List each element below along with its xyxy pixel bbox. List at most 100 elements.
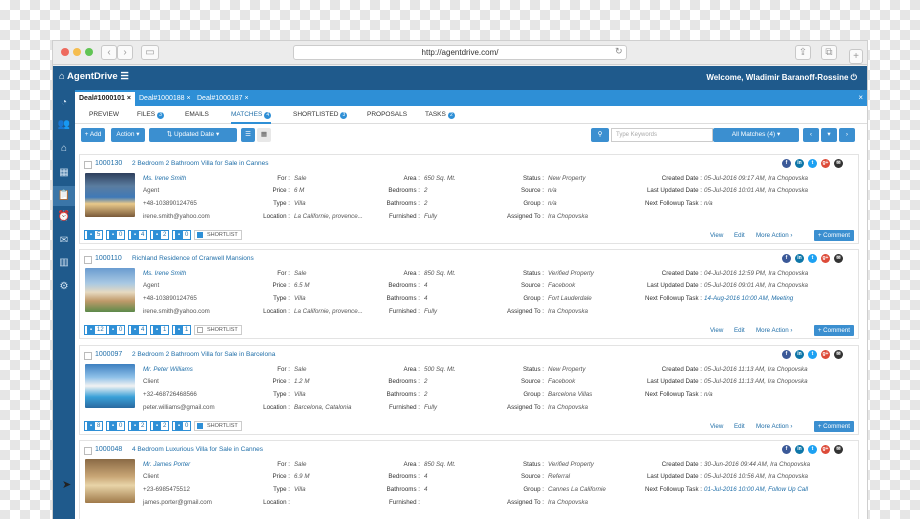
agent-name[interactable]: Ms. Irene Smith [143,175,186,182]
address-bar[interactable]: http://agentdrive.com/ [293,45,627,60]
facebook-icon[interactable]: f [782,159,791,168]
shortlist-toggle[interactable]: SHORTLIST [194,325,242,335]
deal-tab[interactable]: Deal#1000188 × [135,92,195,106]
action-button[interactable]: Action ▾ [111,128,145,142]
linkedin-icon[interactable]: in [795,159,804,168]
facebook-icon[interactable]: f [782,445,791,454]
tab-proposals[interactable]: PROPOSALS [367,111,407,118]
listing-title[interactable]: 4 Bedroom Luxurious Villa for Sale in Ca… [132,446,263,453]
edit-link[interactable]: Edit [734,232,745,239]
reports-icon[interactable]: ▥ [57,256,71,270]
add-comment-button[interactable]: + Comment [813,325,854,336]
property-photo[interactable] [85,268,135,312]
photo-count-icon[interactable]: ▪ 12 [84,325,107,335]
select-checkbox[interactable] [84,256,92,264]
photo-count-icon[interactable]: ▪ 8 [84,421,104,431]
property-photo[interactable] [85,364,135,408]
google-plus-icon[interactable]: g+ [821,159,830,168]
alarm-icon[interactable]: ⏰ [57,210,71,224]
next-page-icon[interactable]: › [839,128,855,142]
twitter-icon[interactable]: t [808,159,817,168]
select-checkbox[interactable] [84,161,92,169]
deal-tab[interactable]: Deal#1000187 × [193,92,253,106]
google-plus-icon[interactable]: g+ [821,445,830,454]
select-checkbox[interactable] [84,352,92,360]
sort-dropdown[interactable]: ⇅ Updated Date ▾ [149,128,237,142]
check-count-icon[interactable]: ▪ 4 [128,230,148,240]
listing-title[interactable]: 2 Bedroom 2 Bathroom Villa for Sale in C… [132,160,268,167]
add-button[interactable]: + Add [81,128,105,142]
tab-preview[interactable]: PREVIEW [89,111,119,118]
facebook-icon[interactable]: f [782,350,791,359]
back-icon[interactable]: ‹ [101,45,117,60]
search-icon[interactable]: ⚲ [591,128,609,142]
google-plus-icon[interactable]: g+ [821,254,830,263]
email-share-icon[interactable]: ✉ [834,445,843,454]
twitter-icon[interactable]: t [808,254,817,263]
edit-link[interactable]: Edit [734,423,745,430]
property-photo[interactable] [85,459,135,503]
linkedin-icon[interactable]: in [795,350,804,359]
mail-icon[interactable]: ✉ [57,234,71,248]
property-photo[interactable] [85,173,135,217]
check-count-icon[interactable]: ▪ 4 [128,325,148,335]
tab-emails[interactable]: EMAILS [185,111,209,118]
view-link[interactable]: View [710,232,723,239]
shortlist-toggle[interactable]: SHORTLIST [194,230,242,240]
filter-dropdown[interactable]: All Matches (4) ▾ [713,128,799,142]
email-share-icon[interactable]: ✉ [834,350,843,359]
task-count-icon[interactable]: ▪ 2 [150,421,170,431]
deal-tab[interactable]: Deal#1000101 × [75,92,135,106]
buildings-icon[interactable]: ▦ [57,166,71,180]
email-count-icon[interactable]: ▪ 0 [106,325,126,335]
minimize-dot-icon[interactable] [73,48,81,56]
sidebar-toggle-icon[interactable]: ▭ [141,45,159,60]
email-count-icon[interactable]: ▪ 0 [106,421,126,431]
google-plus-icon[interactable]: g+ [821,350,830,359]
listing-id[interactable]: 1000130 [95,160,122,167]
brand[interactable]: ⌂ AgentDrive ☰ [59,71,129,82]
contacts-icon[interactable]: 👥 [57,118,71,132]
more-action-link[interactable]: More Action › [756,423,792,430]
agent-name[interactable]: Mr. James Porter [143,461,190,468]
twitter-icon[interactable]: t [808,445,817,454]
tabs-icon[interactable]: ⧉ [821,45,837,60]
listing-title[interactable]: 2 Bedroom 2 Bathroom Villa for Sale in B… [132,351,275,358]
power-icon[interactable]: ⏻ [851,73,857,82]
twitter-icon[interactable]: t [808,350,817,359]
reload-icon[interactable]: ↻ [615,46,623,57]
agent-name[interactable]: Mr. Peter Williams [143,366,193,373]
list-view-icon[interactable]: ☰ [241,128,255,142]
page-dropdown[interactable]: ▾ [821,128,837,142]
tab-tasks[interactable]: TASKS 2 [425,111,455,119]
dashboard-icon[interactable]: ◔ [57,96,71,110]
share-icon[interactable]: ⇪ [795,45,811,60]
email-share-icon[interactable]: ✉ [834,254,843,263]
schedule-count-icon[interactable]: ▪ 1 [172,325,192,335]
view-link[interactable]: View [710,327,723,334]
linkedin-icon[interactable]: in [795,445,804,454]
deals-icon[interactable]: 📋 [53,186,75,206]
tab-files[interactable]: FILES 3 [137,111,165,119]
more-action-link[interactable]: More Action › [756,327,792,334]
tab-matches[interactable]: MATCHES 4 [231,111,272,124]
task-count-icon[interactable]: ▪ 2 [150,230,170,240]
schedule-count-icon[interactable]: ▪ 0 [172,230,192,240]
close-dot-icon[interactable] [61,48,69,56]
tab-shortlisted[interactable]: SHORTLISTED 3 [293,111,348,119]
settings-icon[interactable]: ⚙ [57,280,71,294]
more-action-link[interactable]: More Action › [756,232,792,239]
close-tabs-icon[interactable]: × [858,93,863,102]
email-share-icon[interactable]: ✉ [834,159,843,168]
email-count-icon[interactable]: ▪ 0 [106,230,126,240]
add-comment-button[interactable]: + Comment [813,421,854,432]
listing-id[interactable]: 1000110 [95,255,122,262]
agent-name[interactable]: Ms. Irene Smith [143,270,186,277]
search-input[interactable]: Type Keywords [611,128,713,142]
maximize-dot-icon[interactable] [85,48,93,56]
listing-id[interactable]: 1000048 [95,446,122,453]
facebook-icon[interactable]: f [782,254,791,263]
linkedin-icon[interactable]: in [795,254,804,263]
check-count-icon[interactable]: ▪ 2 [128,421,148,431]
add-comment-button[interactable]: + Comment [813,230,854,241]
